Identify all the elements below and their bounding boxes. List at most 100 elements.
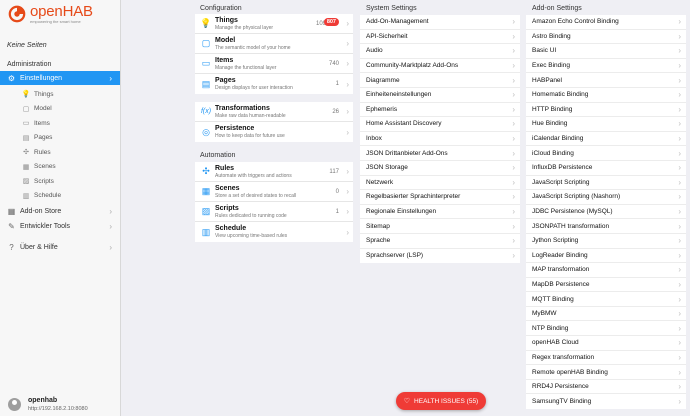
chevron-right-icon: › — [512, 177, 515, 187]
system-setting-row[interactable]: Regelbasierter Sprachinterpreter › — [360, 190, 520, 205]
heart-icon: ♡ — [403, 398, 411, 405]
system-setting-row[interactable]: Ephemeris › — [360, 103, 520, 118]
health-issues-button[interactable]: ♡ HEALTH ISSUES (55) — [396, 392, 486, 410]
config-row-persistence[interactable]: ◎ Persistence How to keep data for future… — [195, 122, 353, 142]
sidebar-item-addon-store[interactable]: ▦ Add-on Store › — [0, 204, 120, 218]
sidebar-subitem-things[interactable]: 💡 Things — [0, 87, 120, 101]
addon-setting-row[interactable]: Hue Binding › — [526, 117, 686, 132]
row-title: Rules — [215, 164, 235, 172]
chevron-right-icon: › — [512, 236, 515, 246]
chevron-right-icon: › — [678, 104, 681, 114]
row-subtitle: How to keep data for future use — [215, 133, 285, 139]
addon-setting-label: Regex transformation — [532, 353, 595, 361]
addon-setting-row[interactable]: LogReader Binding › — [526, 249, 686, 264]
sidebar-subitem-items[interactable]: ▭ Items — [0, 116, 120, 130]
addon-settings-list: Amazon Echo Control Binding › Astro Bindin… — [526, 15, 686, 410]
code-icon: ✎ — [8, 221, 15, 231]
addon-setting-row[interactable]: iCalendar Binding › — [526, 132, 686, 147]
sidebar-item-settings[interactable]: ⚙ Einstellungen › — [0, 71, 120, 85]
system-setting-label: Audio — [366, 47, 383, 55]
model-icon: ▢ — [22, 105, 30, 113]
addon-setting-row[interactable]: Homematic Binding › — [526, 88, 686, 103]
automation-row-scripts[interactable]: ▨ Scripts Rules dedicated to running code… — [195, 202, 353, 222]
chevron-right-icon: › — [678, 250, 681, 260]
addon-setting-row[interactable]: RRD4J Persistence › — [526, 380, 686, 395]
model-icon: ▢ — [201, 38, 211, 48]
addon-setting-row[interactable]: Remote openHAB Binding › — [526, 365, 686, 380]
pages-icon: ▤ — [22, 134, 30, 142]
system-setting-label: Home Assistant Discovery — [366, 120, 442, 128]
addon-setting-row[interactable]: Regex transformation › — [526, 351, 686, 366]
system-setting-row[interactable]: Sprachserver (LSP) › — [360, 249, 520, 264]
chevron-right-icon: › — [512, 75, 515, 85]
system-setting-row[interactable]: Sprache › — [360, 234, 520, 249]
chevron-right-icon: › — [678, 221, 681, 231]
addon-setting-row[interactable]: MapDB Persistence › — [526, 278, 686, 293]
system-setting-row[interactable]: Add-On-Management › — [360, 15, 520, 30]
addon-setting-row[interactable]: Astro Binding › — [526, 30, 686, 45]
system-setting-row[interactable]: API-Sicherheit › — [360, 30, 520, 45]
sidebar-item-help[interactable]: ? Über & Hilfe › — [0, 240, 120, 254]
system-setting-row[interactable]: JSON Drittanbieter Add-Ons › — [360, 146, 520, 161]
addon-setting-row[interactable]: JDBC Persistence (MySQL) › — [526, 205, 686, 220]
logo-text: openHAB — [30, 3, 93, 20]
sidebar-subitem-schedule[interactable]: ▥ Schedule — [0, 189, 120, 203]
system-setting-row[interactable]: Inbox › — [360, 132, 520, 147]
chevron-right-icon: › — [512, 148, 515, 158]
config-row-model[interactable]: ▢ Model The semantic model of your home › — [195, 34, 353, 54]
addon-setting-row[interactable]: NTP Binding › — [526, 321, 686, 337]
sidebar-item-dev-tools[interactable]: ✎ Entwickler Tools › — [0, 219, 120, 233]
system-setting-row[interactable]: Home Assistant Discovery › — [360, 117, 520, 132]
automation-row-schedule[interactable]: ▥ Schedule View upcoming time-based rules… — [195, 222, 353, 242]
addon-setting-row[interactable]: HTTP Binding › — [526, 103, 686, 118]
system-setting-row[interactable]: Community-Marktplatz Add-Ons › — [360, 59, 520, 74]
addon-setting-row[interactable]: Jython Scripting › — [526, 234, 686, 249]
system-setting-row[interactable]: JSON Storage › — [360, 161, 520, 176]
addon-setting-row[interactable]: openHAB Cloud › — [526, 336, 686, 351]
chevron-right-icon: › — [346, 107, 349, 116]
sidebar-subitem-pages[interactable]: ▤ Pages — [0, 131, 120, 145]
system-setting-row[interactable]: Sitemap › — [360, 219, 520, 234]
system-setting-row[interactable]: Diagramme › — [360, 73, 520, 88]
config-row-items[interactable]: ▭ Items Manage the functional layer 740 › — [195, 54, 353, 74]
chevron-right-icon: › — [512, 31, 515, 41]
config-row-things[interactable]: 💡 Things Manage the physical layer 109 80… — [195, 14, 353, 34]
addon-setting-row[interactable]: iCloud Binding › — [526, 146, 686, 161]
config-row-transformations[interactable]: f(x) Transformations Make raw data human-… — [195, 102, 353, 122]
chevron-right-icon: › — [346, 127, 349, 137]
row-title: Persistence — [215, 125, 255, 132]
system-setting-row[interactable]: Regionale Einstellungen › — [360, 205, 520, 220]
sidebar-subitem-scenes[interactable]: ▦ Scenes — [0, 160, 120, 174]
sidebar-subitem-rules[interactable]: ✣ Rules — [0, 145, 120, 159]
chevron-right-icon: › — [512, 61, 515, 71]
addon-setting-row[interactable]: HABPanel › — [526, 73, 686, 88]
sidebar-subitem-label: Model — [34, 105, 52, 112]
system-setting-row[interactable]: Einheiteneinstellungen › — [360, 88, 520, 103]
row-title: Model — [215, 36, 236, 44]
chevron-right-icon: › — [678, 17, 681, 27]
configuration-card: 💡 Things Manage the physical layer 109 80… — [195, 14, 353, 94]
health-issues-label: HEALTH ISSUES (55) — [414, 397, 479, 405]
config-row-pages[interactable]: ▤ Pages Design displays for user interact… — [195, 74, 353, 94]
sidebar-subitem-scripts[interactable]: ▨ Scripts — [0, 174, 120, 188]
addon-setting-row[interactable]: InfluxDB Persistence › — [526, 161, 686, 176]
logo-tagline: empowering the smart home — [30, 19, 81, 24]
automation-row-scenes[interactable]: ▦ Scenes Store a set of desired states to… — [195, 182, 353, 202]
addon-setting-row[interactable]: SamsungTV Binding › — [526, 394, 686, 409]
addon-setting-row[interactable]: Basic UI › — [526, 44, 686, 59]
system-setting-label: Ephemeris — [366, 105, 398, 113]
row-subtitle: Manage the functional layer — [215, 64, 277, 71]
addon-setting-row[interactable]: JavaScript Scripting (Nashorn) › — [526, 190, 686, 205]
addon-setting-row[interactable]: MAP transformation › — [526, 263, 686, 278]
addon-setting-row[interactable]: JSONPATH transformation › — [526, 219, 686, 234]
addon-setting-row[interactable]: JavaScript Scripting › — [526, 176, 686, 191]
addon-setting-row[interactable]: Amazon Echo Control Binding › — [526, 15, 686, 30]
automation-row-rules[interactable]: ✣ Rules Automate with triggers and action… — [195, 162, 353, 182]
openhab-logo[interactable]: openHAB empowering the smart home — [8, 3, 116, 26]
addon-setting-row[interactable]: Exec Binding › — [526, 59, 686, 74]
system-setting-row[interactable]: Audio › — [360, 44, 520, 59]
addon-setting-row[interactable]: MQTT Binding › — [526, 292, 686, 307]
system-setting-row[interactable]: Netzwerk › — [360, 176, 520, 191]
sidebar-subitem-model[interactable]: ▢ Model — [0, 102, 120, 116]
addon-setting-row[interactable]: MyBMW › — [526, 307, 686, 322]
